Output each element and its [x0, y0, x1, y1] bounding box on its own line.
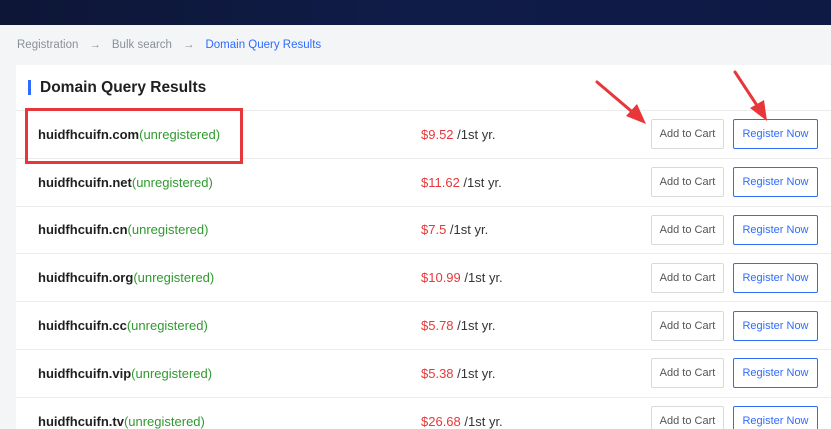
breadcrumb-item-bulk-search[interactable]: Bulk search [112, 39, 172, 51]
price-cell: $26.68 /1st yr. [421, 414, 503, 429]
price-amount: $11.62 [421, 174, 460, 190]
add-to-cart-button[interactable]: Add to Cart [651, 262, 724, 293]
domain-cell: huidfhcuifn.cn(unregistered) [38, 222, 208, 237]
price-period: /1st yr. [459, 174, 502, 190]
domain-status: (unregistered) [131, 365, 213, 381]
domain-status: (unregistered) [127, 222, 209, 238]
title-accent-bar [28, 80, 31, 95]
breadcrumb-item-current: Domain Query Results [205, 39, 322, 51]
register-now-button[interactable]: Register Now [733, 310, 818, 341]
price-amount: $5.78 [421, 318, 454, 334]
breadcrumb-item-registration[interactable]: Registration [17, 39, 78, 51]
add-to-cart-button[interactable]: Add to Cart [651, 358, 724, 389]
domain-name: huidfhcuifn.vip [38, 365, 132, 381]
register-now-button[interactable]: Register Now [733, 167, 818, 198]
price-cell: $9.52 /1st yr. [421, 127, 495, 142]
domain-name: huidfhcuifn.com [38, 126, 140, 142]
top-header-bar [0, 0, 831, 25]
price-amount: $10.99 [421, 270, 461, 286]
domain-name: huidfhcuifn.tv [38, 413, 124, 429]
add-to-cart-button[interactable]: Add to Cart [651, 214, 724, 245]
domain-status: (unregistered) [126, 318, 208, 334]
register-now-button[interactable]: Register Now [733, 262, 818, 293]
price-cell: $10.99 /1st yr. [421, 270, 503, 285]
result-row: huidfhcuifn.net(unregistered) $11.62 /1s… [16, 159, 831, 207]
domain-cell: huidfhcuifn.tv(unregistered) [38, 414, 205, 429]
breadcrumb: Registration → Bulk search → Domain Quer… [0, 25, 831, 65]
domain-name: huidfhcuifn.org [38, 270, 134, 286]
result-row: huidfhcuifn.cc(unregistered) $5.78 /1st … [16, 302, 831, 350]
domain-cell: huidfhcuifn.vip(unregistered) [38, 366, 212, 381]
domain-name: huidfhcuifn.net [38, 174, 132, 190]
results-panel: Domain Query Results huidfhcuifn.com(unr… [16, 65, 831, 429]
domain-cell: huidfhcuifn.com(unregistered) [38, 127, 220, 142]
register-now-button[interactable]: Register Now [733, 358, 818, 389]
result-row: huidfhcuifn.org(unregistered) $10.99 /1s… [16, 254, 831, 303]
page-title: Domain Query Results [40, 78, 207, 96]
domain-cell: huidfhcuifn.org(unregistered) [38, 270, 214, 285]
register-now-button[interactable]: Register Now [733, 214, 818, 245]
price-period: /1st yr. [453, 126, 496, 142]
domain-cell: huidfhcuifn.cc(unregistered) [38, 318, 208, 333]
domain-status: (unregistered) [139, 126, 221, 142]
register-now-button[interactable]: Register Now [733, 119, 818, 150]
domain-status: (unregistered) [123, 413, 205, 429]
price-amount: $9.52 [421, 126, 454, 142]
domain-status: (unregistered) [131, 174, 213, 190]
add-to-cart-button[interactable]: Add to Cart [651, 406, 724, 429]
price-cell: $5.38 /1st yr. [421, 366, 495, 381]
price-cell: $5.78 /1st yr. [421, 318, 495, 333]
price-cell: $7.5 /1st yr. [421, 222, 488, 237]
domain-name: huidfhcuifn.cn [38, 222, 128, 238]
result-row: huidfhcuifn.com(unregistered) $9.52 /1st… [16, 111, 831, 159]
price-amount: $7.5 [421, 222, 447, 238]
price-amount: $5.38 [421, 365, 454, 381]
price-period: /1st yr. [453, 318, 496, 334]
result-row: huidfhcuifn.tv(unregistered) $26.68 /1st… [16, 398, 831, 429]
add-to-cart-button[interactable]: Add to Cart [651, 310, 724, 341]
price-cell: $11.62 /1st yr. [421, 175, 502, 190]
add-to-cart-button[interactable]: Add to Cart [651, 167, 724, 198]
results-list: huidfhcuifn.com(unregistered) $9.52 /1st… [16, 111, 831, 429]
breadcrumb-separator-icon: → [182, 39, 195, 51]
price-period: /1st yr. [460, 413, 503, 429]
panel-header: Domain Query Results [16, 65, 831, 111]
domain-cell: huidfhcuifn.net(unregistered) [38, 175, 213, 190]
price-period: /1st yr. [460, 270, 503, 286]
price-period: /1st yr. [453, 365, 496, 381]
price-amount: $26.68 [421, 413, 461, 429]
add-to-cart-button[interactable]: Add to Cart [651, 119, 724, 150]
breadcrumb-separator-icon: → [89, 39, 101, 51]
price-period: /1st yr. [446, 222, 489, 238]
register-now-button[interactable]: Register Now [733, 406, 818, 429]
domain-name: huidfhcuifn.cc [38, 318, 127, 334]
result-row: huidfhcuifn.vip(unregistered) $5.38 /1st… [16, 350, 831, 398]
result-row: huidfhcuifn.cn(unregistered) $7.5 /1st y… [16, 207, 831, 255]
domain-status: (unregistered) [133, 270, 215, 286]
